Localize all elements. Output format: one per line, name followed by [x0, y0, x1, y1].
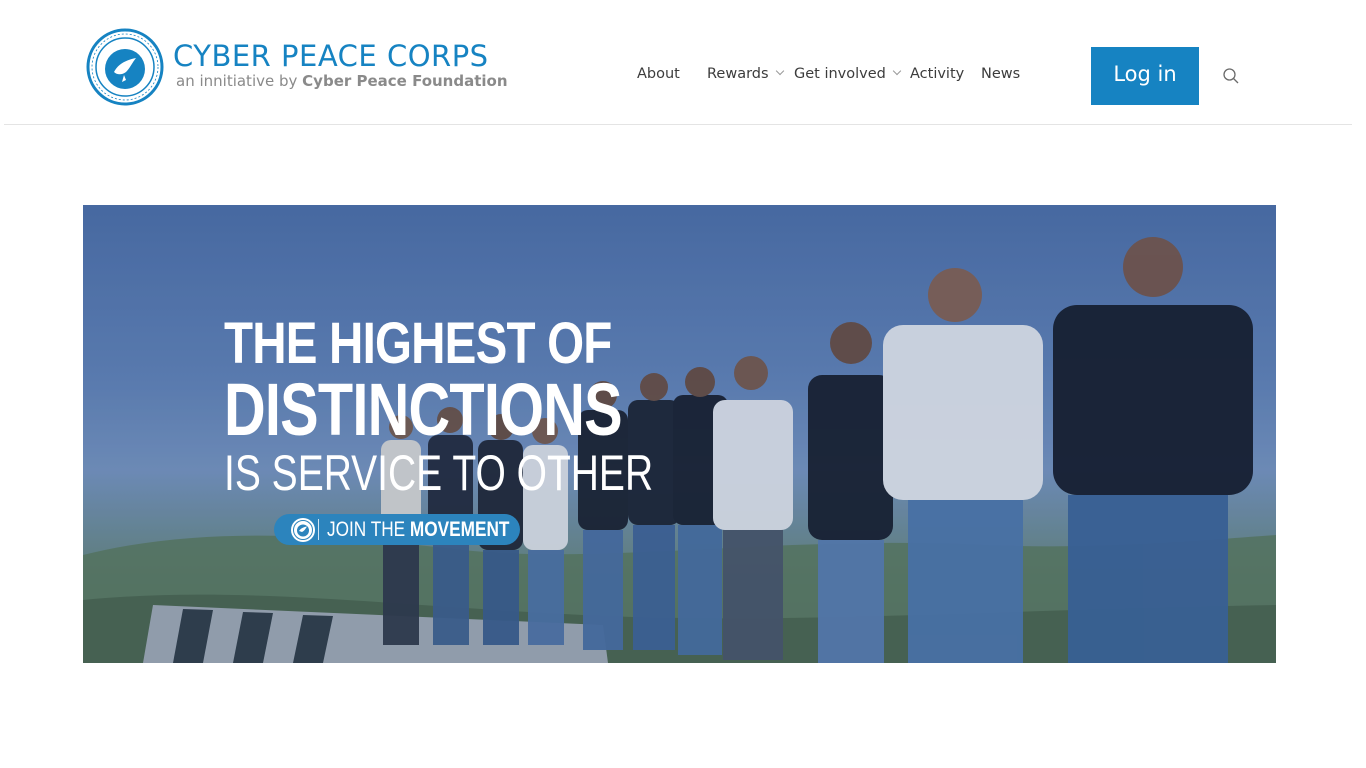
join-the-movement-button[interactable]: JOIN THE MOVEMENT [274, 514, 520, 545]
nav-item-label: About [637, 66, 680, 82]
nav-item-news[interactable]: News [981, 66, 1020, 82]
cta-label-bold: MOVEMENT [409, 518, 510, 541]
hero-headline-line3: IS SERVICE TO OTHER [224, 445, 654, 501]
cta-label: JOIN THE MOVEMENT [327, 517, 509, 542]
brand-subtitle-prefix: an innitiative by [176, 72, 298, 90]
nav-item-rewards[interactable]: Rewards [707, 66, 784, 82]
brand-title: CYBER PEACE CORPS [173, 39, 489, 73]
site-logo[interactable]: CYBER PEACE CORPS an innitiative by Cybe… [86, 26, 566, 108]
nav-item-label: Rewards [707, 66, 769, 82]
cta-divider [318, 519, 319, 540]
nav-item-about[interactable]: About [637, 66, 680, 82]
hero-banner: THE HIGHEST OF DISTINCTIONS IS SERVICE T… [83, 205, 1276, 663]
site-header: CYBER PEACE CORPS an innitiative by Cybe… [4, 0, 1352, 125]
search-icon[interactable] [1222, 67, 1240, 85]
nav-item-label: News [981, 66, 1021, 82]
cyber-peace-emblem-icon [86, 28, 164, 106]
nav-item-activity[interactable]: Activity [910, 66, 964, 82]
hero-headline-line1: THE HIGHEST OF [224, 311, 612, 376]
nav-item-label: Get involved [794, 66, 886, 82]
brand-subtitle: an innitiative by Cyber Peace Foundation [176, 72, 508, 90]
chevron-down-icon [775, 66, 784, 76]
cyber-peace-emblem-icon [291, 518, 315, 542]
chevron-down-icon [892, 66, 902, 76]
hero-headline-line2: DISTINCTIONS [224, 368, 623, 451]
nav-item-label: Activity [910, 66, 965, 82]
nav-item-get-involved[interactable]: Get involved [794, 66, 902, 82]
brand-subtitle-org: Cyber Peace Foundation [302, 72, 508, 90]
login-button[interactable]: Log in [1091, 47, 1199, 105]
cta-label-light: JOIN THE [327, 518, 406, 541]
